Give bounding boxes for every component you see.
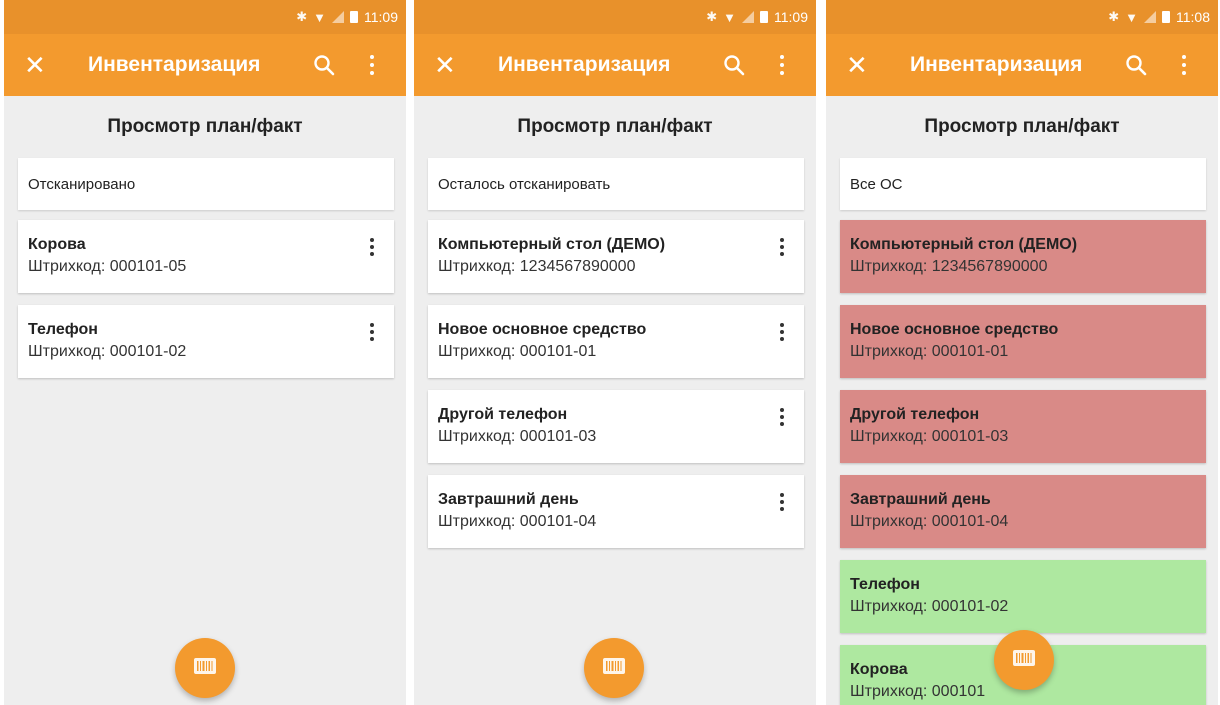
item-name: Другой телефон bbox=[850, 406, 980, 423]
item-list: Компьютерный стол (ДЕМО) Штрихкод: 12345… bbox=[428, 220, 804, 548]
list-item[interactable]: Завтрашний день Штрихкод: 000101-04 bbox=[840, 475, 1206, 548]
list-item[interactable]: Другой телефон Штрихкод: 000101-03 bbox=[428, 390, 804, 463]
bluetooth-icon: ✱ bbox=[296, 9, 308, 24]
item-name: Другой телефон bbox=[438, 406, 568, 423]
status-bar: ✱ ▼ 11:09 bbox=[414, 0, 816, 34]
status-bar: ✱ ▼ 11:09 bbox=[4, 0, 406, 34]
status-time: 11:09 bbox=[774, 9, 808, 25]
list-item[interactable]: Другой телефон Штрихкод: 000101-03 bbox=[840, 390, 1206, 463]
barcode-scan-icon bbox=[602, 656, 626, 681]
list-item[interactable]: Корова Штрихкод: 000101-05 bbox=[18, 220, 394, 293]
more-vert-icon[interactable] bbox=[780, 493, 784, 511]
app-bar: ✕ Инвентаризация bbox=[826, 34, 1218, 96]
item-barcode: Штрихкод: 1234567890000 bbox=[438, 258, 636, 275]
app-title: Инвентаризация bbox=[88, 53, 261, 76]
page-title: Просмотр план/факт bbox=[107, 116, 303, 137]
more-vert-icon[interactable] bbox=[780, 323, 784, 341]
page-title: Просмотр план/факт bbox=[924, 116, 1120, 137]
item-name: Новое основное средство bbox=[438, 321, 647, 338]
wifi-icon: ▼ bbox=[313, 9, 326, 25]
app-bar: ✕ Инвентаризация bbox=[4, 34, 406, 96]
list-item[interactable]: Новое основное средство Штрихкод: 000101… bbox=[428, 305, 804, 378]
close-icon[interactable]: ✕ bbox=[846, 52, 892, 78]
item-barcode: Штрихкод: 000101-02 bbox=[850, 598, 1009, 615]
item-name: Завтрашний день bbox=[850, 491, 991, 508]
item-barcode: Штрихкод: 000101-01 bbox=[850, 343, 1009, 360]
item-name: Компьютерный стол (ДЕМО) bbox=[850, 236, 1078, 253]
app-title: Инвентаризация bbox=[498, 53, 671, 76]
battery-icon bbox=[760, 11, 768, 23]
list-item[interactable]: Компьютерный стол (ДЕМО) Штрихкод: 12345… bbox=[428, 220, 804, 293]
item-name: Завтрашний день bbox=[438, 491, 579, 508]
barcode-scan-icon bbox=[1012, 648, 1036, 673]
app-title: Инвентаризация bbox=[910, 53, 1083, 76]
scan-button[interactable] bbox=[994, 630, 1054, 690]
no-signal-icon bbox=[332, 11, 344, 23]
no-signal-icon bbox=[1144, 11, 1156, 23]
list-item[interactable]: Компьютерный стол (ДЕМО) Штрихкод: 12345… bbox=[840, 220, 1206, 293]
item-barcode: Штрихкод: 000101-03 bbox=[438, 428, 597, 445]
item-name: Корова bbox=[28, 236, 86, 253]
list-item[interactable]: Завтрашний день Штрихкод: 000101-04 bbox=[428, 475, 804, 548]
status-bar: ✱ ▼ 11:08 bbox=[826, 0, 1218, 34]
app-bar: ✕ Инвентаризация bbox=[414, 34, 816, 96]
wifi-icon: ▼ bbox=[1125, 9, 1138, 25]
page-title: Просмотр план/факт bbox=[517, 116, 713, 137]
more-vert-icon[interactable] bbox=[370, 323, 374, 341]
list-item[interactable]: Телефон Штрихкод: 000101-02 bbox=[840, 560, 1206, 633]
item-barcode: Штрихкод: 000101-01 bbox=[438, 343, 597, 360]
filter-select[interactable]: Осталось отсканировать bbox=[428, 158, 804, 210]
scan-button[interactable] bbox=[175, 638, 235, 698]
search-icon[interactable] bbox=[1108, 54, 1164, 76]
filter-select[interactable]: Все ОС bbox=[840, 158, 1206, 210]
item-list: Корова Штрихкод: 000101-05 Телефон Штрих… bbox=[18, 220, 394, 378]
item-barcode: Штрихкод: 1234567890000 bbox=[850, 258, 1048, 275]
battery-icon bbox=[1162, 11, 1170, 23]
bluetooth-icon: ✱ bbox=[706, 9, 718, 24]
screen-remaining: ✱ ▼ 11:09 ✕ Инвентаризация Просмотр план… bbox=[414, 0, 816, 705]
item-name: Телефон bbox=[850, 576, 920, 593]
more-vert-icon[interactable] bbox=[780, 238, 784, 256]
item-name: Новое основное средство bbox=[850, 321, 1059, 338]
item-barcode: Штрихкод: 000101-02 bbox=[28, 343, 187, 360]
item-name: Компьютерный стол (ДЕМО) bbox=[438, 236, 666, 253]
barcode-scan-icon bbox=[193, 656, 217, 681]
status-time: 11:08 bbox=[1176, 9, 1210, 25]
list-item[interactable]: Новое основное средство Штрихкод: 000101… bbox=[840, 305, 1206, 378]
more-vert-icon[interactable] bbox=[762, 55, 802, 75]
close-icon[interactable]: ✕ bbox=[434, 52, 480, 78]
more-vert-icon[interactable] bbox=[1164, 55, 1204, 75]
no-signal-icon bbox=[742, 11, 754, 23]
search-icon[interactable] bbox=[296, 54, 352, 76]
screen-all-assets: ✱ ▼ 11:08 ✕ Инвентаризация Просмотр план… bbox=[826, 0, 1218, 705]
bluetooth-icon: ✱ bbox=[1108, 9, 1120, 24]
search-icon[interactable] bbox=[706, 54, 762, 76]
more-vert-icon[interactable] bbox=[352, 55, 392, 75]
scan-button[interactable] bbox=[584, 638, 644, 698]
more-vert-icon[interactable] bbox=[780, 408, 784, 426]
list-item[interactable]: Телефон Штрихкод: 000101-02 bbox=[18, 305, 394, 378]
screen-scanned: ✱ ▼ 11:09 ✕ Инвентаризация Просмотр план… bbox=[4, 0, 406, 705]
item-barcode: Штрихкод: 000101-03 bbox=[850, 428, 1009, 445]
more-vert-icon[interactable] bbox=[370, 238, 374, 256]
item-barcode: Штрихкод: 000101-04 bbox=[850, 513, 1009, 530]
filter-select[interactable]: Отсканировано bbox=[18, 158, 394, 210]
close-icon[interactable]: ✕ bbox=[24, 52, 70, 78]
item-barcode: Штрихкод: 000101-05 bbox=[28, 258, 187, 275]
status-time: 11:09 bbox=[364, 9, 398, 25]
item-barcode: Штрихкод: 000101-04 bbox=[438, 513, 597, 530]
item-name: Телефон bbox=[28, 321, 98, 338]
battery-icon bbox=[350, 11, 358, 23]
wifi-icon: ▼ bbox=[723, 9, 736, 25]
